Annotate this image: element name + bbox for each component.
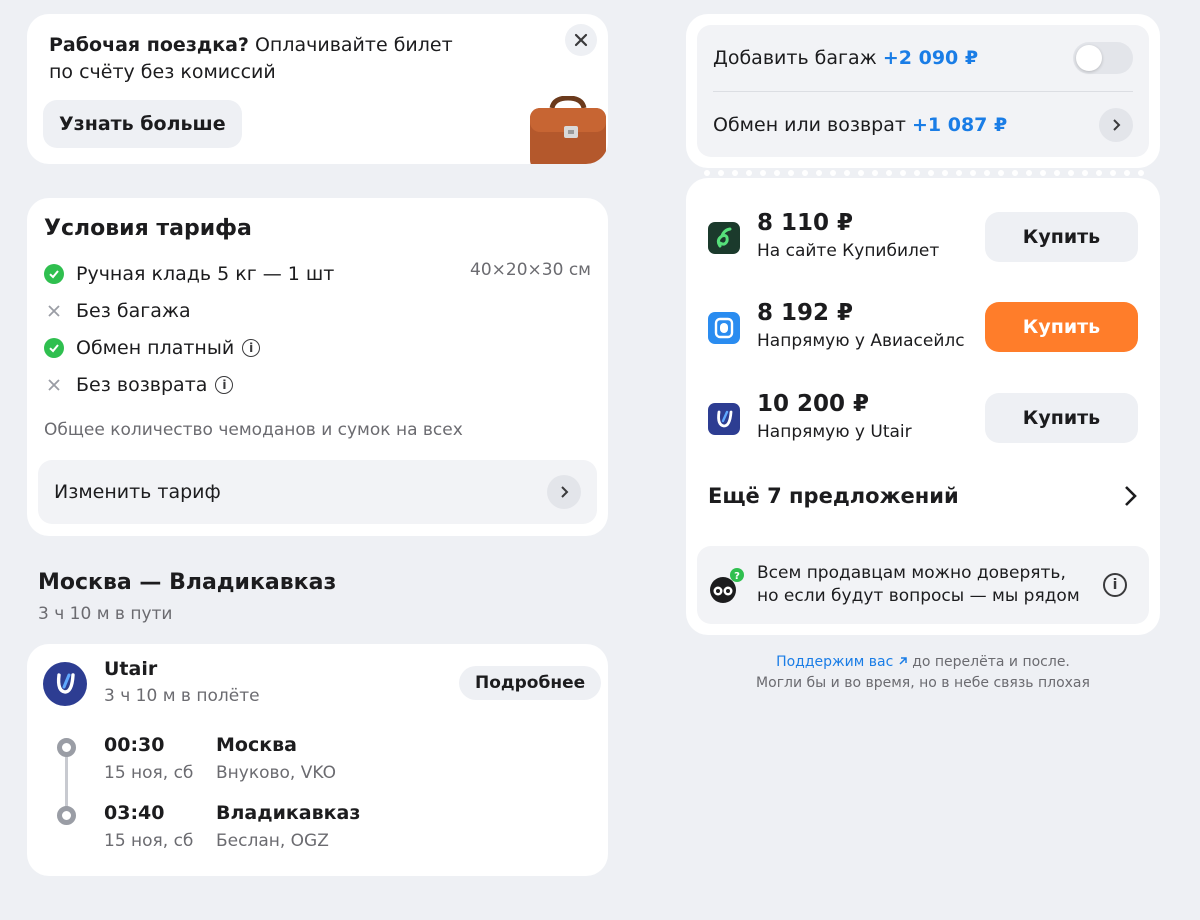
offer-seller: Напрямую у Авиасейлс: [757, 331, 965, 351]
route-title: Москва — Владикавказ: [38, 570, 337, 595]
arrow-up-right-icon: [899, 657, 907, 665]
tariff-conditions-card: Условия тарифа Ручная кладь 5 кг — 1 шт …: [27, 198, 608, 536]
trust-banner: ? Всем продавцам можно доверять, но если…: [697, 546, 1149, 624]
exchange-refund-row[interactable]: Обмен или возврат +1 087 ₽: [713, 92, 1133, 158]
change-tariff-button[interactable]: Изменить тариф: [38, 460, 597, 524]
tariff-item-label: Ручная кладь 5 кг — 1 шт: [76, 263, 335, 285]
flight-duration: 3 ч 10 м в полёте: [104, 686, 260, 706]
buy-button[interactable]: Купить: [985, 393, 1138, 443]
chevron-right-icon: [547, 475, 581, 509]
support-link[interactable]: Поддержим вас: [776, 654, 908, 670]
baggage-price: +2 090 ₽: [882, 47, 979, 69]
add-baggage-row[interactable]: Добавить багаж +2 090 ₽: [713, 25, 1133, 91]
chevron-right-icon: [1099, 108, 1133, 142]
offer-row: 8 110 ₽ На сайте Купибилет Купить: [708, 204, 1138, 268]
hand-luggage-dimensions: 40×20×30 см: [470, 260, 591, 280]
tariff-item-label: Без багажа: [76, 300, 191, 322]
close-icon: [574, 33, 588, 47]
offer-row: 10 200 ₽ Напрямую у Utair Купить: [708, 385, 1138, 449]
departure-airport: Внуково, VKO: [216, 763, 336, 783]
tariff-note: Общее количество чемоданов и сумок на вс…: [44, 420, 463, 440]
baggage-toggle[interactable]: [1073, 42, 1133, 74]
promo-text: Рабочая поездка? Оплачивайте билет по сч…: [49, 32, 469, 86]
support-subtext: Могли бы и во время, но в небе связь пло…: [756, 675, 1090, 691]
briefcase-icon: [530, 96, 606, 164]
departure-date: 15 ноя, сб: [104, 763, 194, 783]
kupibilet-icon: [708, 222, 740, 254]
offer-row: 8 192 ₽ Напрямую у Авиасейлс Купить: [708, 294, 1138, 358]
arrival-dot: [57, 806, 76, 825]
tariff-title: Условия тарифа: [44, 216, 252, 241]
offer-price: 10 200 ₽: [757, 391, 870, 417]
arrival-airport: Беслан, OGZ: [216, 831, 329, 851]
toggle-knob: [1076, 45, 1102, 71]
tariff-item-label: Обмен платный: [76, 337, 235, 359]
learn-more-button[interactable]: Узнать больше: [43, 100, 242, 148]
check-icon: [44, 338, 64, 358]
promo-title: Рабочая поездка?: [49, 34, 249, 56]
change-tariff-label: Изменить тариф: [54, 481, 221, 503]
cross-icon: [44, 301, 64, 321]
departure-dot: [57, 738, 76, 757]
arrival-city: Владикавказ: [216, 802, 361, 824]
arrival-time: 03:40: [104, 802, 165, 824]
info-icon[interactable]: i: [1103, 573, 1127, 597]
buy-button-primary[interactable]: Купить: [985, 302, 1138, 352]
more-offers-link[interactable]: Ещё 7 предложений: [708, 478, 1138, 514]
trust-line-2: но если будут вопросы — мы рядом: [757, 586, 1080, 606]
offer-seller: Напрямую у Utair: [757, 422, 912, 442]
support-text: до перелёта и после.: [907, 654, 1070, 670]
tariff-item-exchange: Обмен платный i: [44, 333, 261, 363]
flight-details-button[interactable]: Подробнее: [459, 666, 602, 700]
support-footer: Поддержим вас до перелёта и после. Могли…: [686, 652, 1160, 694]
route-duration: 3 ч 10 м в пути: [38, 604, 173, 624]
tariff-item-hand-luggage: Ручная кладь 5 кг — 1 шт: [44, 259, 334, 289]
check-icon: [44, 264, 64, 284]
offer-price: 8 110 ₽: [757, 210, 854, 236]
departure-time: 00:30: [104, 734, 165, 756]
chevron-right-icon: [1125, 486, 1137, 506]
tariff-item-baggage: Без багажа: [44, 296, 191, 326]
airline-name: Utair: [104, 658, 158, 680]
exchange-price: +1 087 ₽: [911, 114, 1008, 136]
svg-text:?: ?: [734, 571, 740, 582]
tariff-item-label: Без возврата: [76, 374, 208, 396]
utair-icon: [708, 403, 740, 435]
more-offers-label: Ещё 7 предложений: [708, 484, 959, 508]
cross-icon: [44, 375, 64, 395]
buy-button[interactable]: Купить: [985, 212, 1138, 262]
exchange-refund-label: Обмен или возврат: [713, 114, 906, 136]
offers-card: 8 110 ₽ На сайте Купибилет Купить 8 192 …: [686, 178, 1160, 635]
business-trip-promo: Рабочая поездка? Оплачивайте билет по сч…: [27, 14, 608, 164]
extras-card: Добавить багаж +2 090 ₽ Обмен или возвра…: [686, 14, 1160, 168]
close-promo-button[interactable]: [565, 24, 597, 56]
arrival-date: 15 ноя, сб: [104, 831, 194, 851]
tariff-item-refund: Без возврата i: [44, 370, 234, 400]
offer-price: 8 192 ₽: [757, 300, 854, 326]
support-link-label: Поддержим вас: [776, 654, 894, 670]
departure-city: Москва: [216, 734, 297, 756]
utair-logo: [43, 662, 87, 706]
info-icon[interactable]: i: [242, 339, 261, 357]
offer-seller: На сайте Купибилет: [757, 241, 940, 261]
aviasales-icon: [708, 312, 740, 344]
flight-card: Utair 3 ч 10 м в полёте Подробнее 00:30 …: [27, 644, 608, 876]
info-icon[interactable]: i: [215, 376, 234, 394]
trust-line-1: Всем продавцам можно доверять,: [757, 563, 1066, 583]
support-agent-icon: ?: [710, 568, 744, 603]
add-baggage-label: Добавить багаж: [713, 47, 877, 69]
trust-text: Всем продавцам можно доверять, но если б…: [757, 562, 1080, 608]
